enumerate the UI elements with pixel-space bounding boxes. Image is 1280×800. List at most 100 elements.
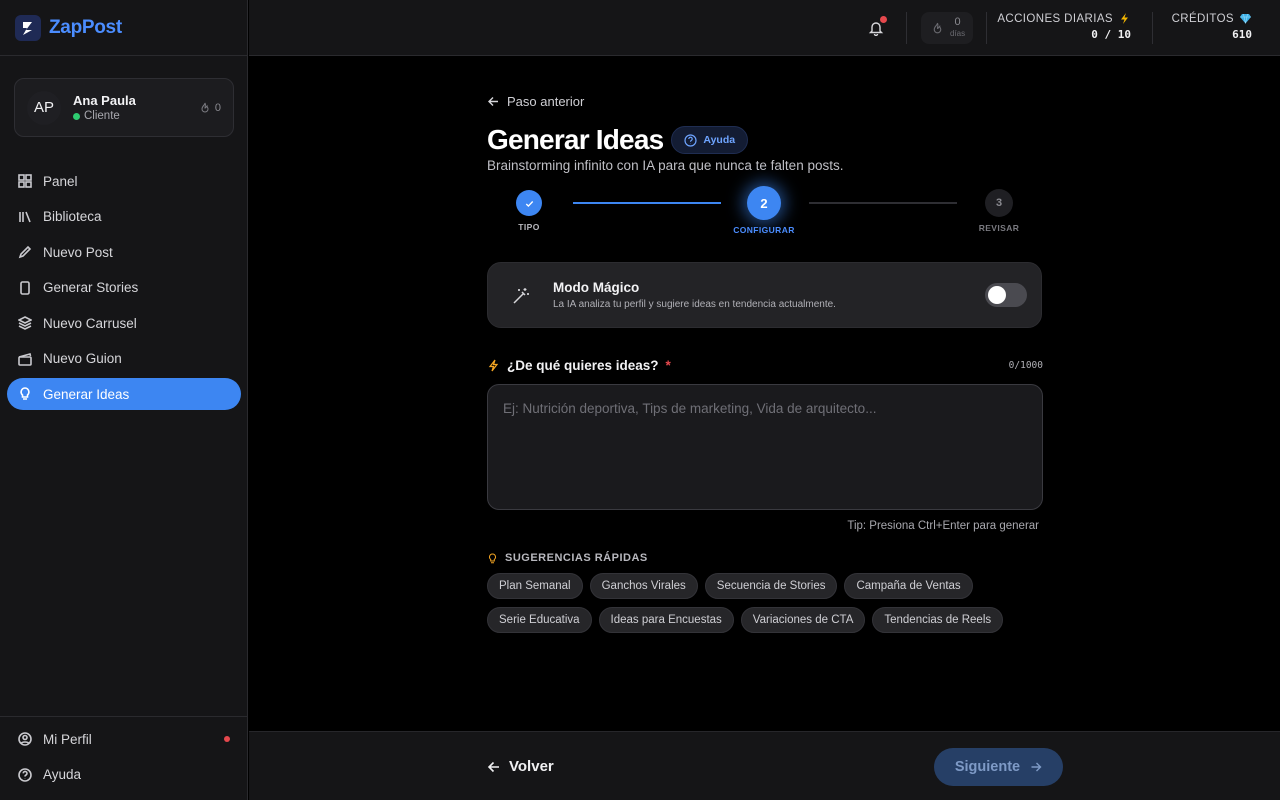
previous-step-label: Paso anterior: [507, 94, 585, 109]
streak-unit: días: [950, 29, 966, 38]
suggestion-chip[interactable]: Secuencia de Stories: [704, 573, 838, 599]
chip-row: Plan Semanal Ganchos Virales Secuencia d…: [487, 573, 1043, 599]
sidebar-item-mi-perfil[interactable]: Mi Perfil: [7, 723, 240, 755]
diamond-icon: [1240, 13, 1251, 24]
brand[interactable]: ZapPost: [0, 0, 247, 56]
brand-name: ZapPost: [49, 16, 122, 38]
page-subtitle: Brainstorming infinito con IA para que n…: [487, 158, 844, 173]
suggestion-chips: Plan Semanal Ganchos Virales Secuencia d…: [487, 573, 1043, 641]
next-button-label: Siguiente: [954, 759, 1021, 775]
credits-value: 610: [1232, 28, 1252, 41]
page-title: Generar Ideas: [487, 124, 664, 155]
zappost-logo-icon: [15, 14, 41, 41]
sidebar-item-generar-ideas[interactable]: Generar Ideas: [7, 378, 241, 410]
previous-step-link[interactable]: Paso anterior: [487, 94, 584, 109]
suggestion-chip[interactable]: Campaña de Ventas: [844, 573, 973, 599]
lightbulb-icon: [489, 552, 496, 563]
sidebar-item-panel[interactable]: Panel: [7, 165, 241, 197]
step-tipo[interactable]: TIPO: [489, 186, 569, 232]
daily-actions-label: ACCIONES DIARIAS: [997, 12, 1113, 25]
help-button-label: Ayuda: [703, 134, 736, 146]
help-circle-icon: [684, 133, 697, 147]
idea-topic-input[interactable]: [487, 384, 1043, 510]
sidebar-item-biblioteca[interactable]: Biblioteca: [7, 201, 241, 233]
step-label: CONFIGURAR: [733, 225, 795, 235]
layers-icon: [18, 316, 32, 330]
credits-stat[interactable]: CRÉDITOS 610: [1172, 12, 1252, 42]
wizard-footer: Volver Siguiente: [249, 731, 1280, 800]
sidebar-item-label: Biblioteca: [43, 209, 102, 224]
magic-mode-toggle[interactable]: [985, 283, 1027, 307]
magic-mode-card: Modo Mágico La IA analiza tu perfil y su…: [487, 262, 1042, 328]
daily-actions-stat: ACCIONES DIARIAS 0 / 10: [997, 12, 1131, 42]
help-button[interactable]: Ayuda: [671, 126, 749, 154]
notification-dot: [880, 16, 887, 23]
sidebar-item-label: Ayuda: [43, 767, 82, 782]
suggestion-chip[interactable]: Plan Semanal: [487, 573, 583, 599]
step-number: 3: [985, 189, 1013, 217]
lightning-icon: [488, 359, 499, 372]
chip-row: Serie Educativa Ideas para Encuestas Var…: [487, 607, 1043, 633]
suggestion-chip[interactable]: Serie Educativa: [487, 607, 592, 633]
step-connector-complete: [573, 202, 721, 204]
daily-actions-value: 0 / 10: [1091, 28, 1131, 41]
sidebar-item-nuevo-guion[interactable]: Nuevo Guion: [7, 343, 241, 375]
avatar: AP: [27, 90, 61, 125]
sidebar-item-generar-stories[interactable]: Generar Stories: [7, 272, 241, 304]
profile-name: Ana Paula: [73, 93, 136, 108]
quick-suggestions-title: SUGERENCIAS RÁPIDAS: [505, 552, 648, 564]
magic-mode-title: Modo Mágico: [553, 280, 640, 295]
streak-counter[interactable]: 0 días: [921, 12, 973, 44]
sidebar-item-label: Nuevo Post: [43, 244, 113, 260]
idea-field-label: ¿De qué quieres ideas? *: [487, 358, 671, 373]
suggestion-chip[interactable]: Tendencias de Reels: [872, 607, 1004, 633]
clapper-icon: [18, 352, 32, 366]
profile-streak: 0: [199, 102, 221, 114]
sidebar-item-nuevo-carrusel[interactable]: Nuevo Carrusel: [7, 307, 241, 339]
sidebar-item-ayuda[interactable]: Ayuda: [7, 759, 240, 791]
divider: [986, 12, 987, 44]
sidebar-item-label: Nuevo Carrusel: [43, 315, 137, 331]
sidebar-item-label: Mi Perfil: [43, 731, 92, 747]
suggestion-chip[interactable]: Ganchos Virales: [589, 573, 698, 599]
streak-value: 0: [954, 16, 961, 28]
check-icon: [525, 200, 533, 207]
profile-card[interactable]: AP Ana Paula Cliente 0: [14, 78, 234, 137]
step-label: TIPO: [518, 222, 540, 232]
divider: [1152, 12, 1153, 44]
required-mark: *: [665, 358, 671, 373]
main-nav: Panel Biblioteca Nuevo Post Generar Stor…: [7, 165, 241, 414]
sidebar-footer: Mi Perfil Ayuda: [0, 716, 247, 800]
idea-field-label-text: ¿De qué quieres ideas?: [507, 358, 659, 373]
magic-wand-icon: [513, 288, 529, 304]
step-number: 2: [747, 186, 781, 220]
flame-icon: [933, 22, 942, 33]
topbar: 0 días ACCIONES DIARIAS 0 / 10 CRÉDITOS …: [249, 0, 1280, 56]
profile-role: Cliente: [84, 110, 120, 122]
arrow-left-icon: [487, 761, 499, 772]
sidebar-item-nuevo-post[interactable]: Nuevo Post: [7, 236, 241, 268]
step-done-circle: [516, 190, 542, 216]
next-button[interactable]: Siguiente: [934, 748, 1063, 786]
profile-role-row: Cliente: [73, 110, 199, 122]
lightbulb-icon: [20, 387, 30, 400]
suggestion-chip[interactable]: Ideas para Encuestas: [598, 607, 734, 633]
suggestion-chip[interactable]: Variaciones de CTA: [740, 607, 866, 633]
sidebar: ZapPost AP Ana Paula Cliente 0 Panel Bib…: [0, 0, 248, 800]
quick-suggestions-label: SUGERENCIAS RÁPIDAS: [487, 552, 648, 564]
phone-icon: [20, 280, 30, 295]
profile-streak-value: 0: [214, 101, 221, 114]
magic-mode-description: La IA analiza tu perfil y sugiere ideas …: [553, 299, 836, 310]
back-button[interactable]: Volver: [487, 758, 554, 775]
char-counter: 0/1000: [1008, 360, 1043, 371]
toggle-knob: [988, 286, 1006, 304]
sidebar-item-label: Generar Stories: [43, 280, 139, 295]
step-configurar: 2 CONFIGURAR: [724, 186, 804, 235]
step-connector-pending: [809, 202, 957, 204]
stepper: TIPO 2 CONFIGURAR 3 REVISAR: [487, 186, 1043, 236]
divider: [906, 12, 907, 44]
user-circle-icon: [18, 732, 32, 746]
help-circle-icon: [18, 767, 32, 782]
title-row: Generar Ideas Ayuda: [487, 124, 749, 156]
step-revisar: 3 REVISAR: [959, 186, 1039, 233]
